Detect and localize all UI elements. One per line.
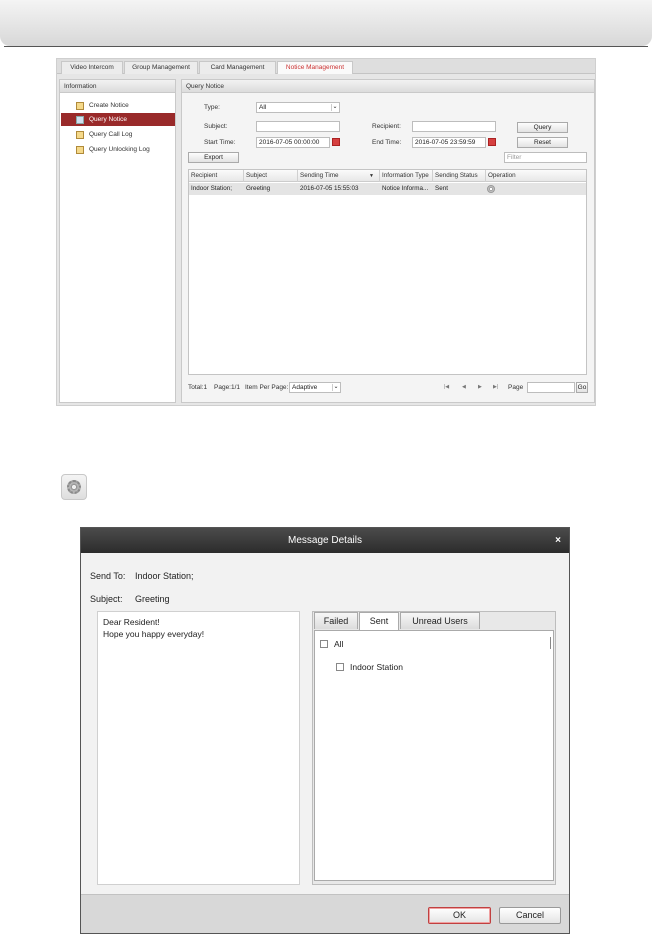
dialog-title: Message Details <box>81 528 569 553</box>
cancel-button[interactable]: Cancel <box>499 907 561 924</box>
cell-sending-status: Sent <box>435 185 448 192</box>
message-line: Hope you happy everyday! <box>103 629 205 639</box>
main-tab-bar: Video Intercom Group Management Card Man… <box>57 59 595 74</box>
subject-value: Greeting <box>135 594 170 604</box>
nav-item-create-notice[interactable]: Create Notice <box>61 99 175 112</box>
last-page-icon[interactable]: ▶| <box>493 382 498 393</box>
go-button[interactable]: Go <box>576 382 588 393</box>
subject-label: Subject: <box>204 123 228 130</box>
message-details-dialog: Message Details × Send To: Indoor Statio… <box>80 527 570 934</box>
dialog-body: Send To: Indoor Station; Subject: Greeti… <box>81 553 569 894</box>
item-per-page-value: Adaptive <box>292 384 318 391</box>
subject-input[interactable] <box>256 121 340 132</box>
type-select-value: All <box>259 104 267 111</box>
header-divider <box>4 46 648 47</box>
previous-page-icon[interactable]: ◀ <box>462 382 466 393</box>
document-icon <box>76 116 84 124</box>
chevron-down-icon: ⌄ <box>331 104 338 111</box>
tab-card-management[interactable]: Card Management <box>199 61 276 74</box>
recipient-label: Recipient: <box>372 123 401 130</box>
tab-video-intercom[interactable]: Video Intercom <box>61 61 123 74</box>
start-time-label: Start Time: <box>204 139 236 146</box>
gear-icon <box>61 474 87 500</box>
start-time-input[interactable]: 2016-07-05 00:00:00 <box>256 137 330 148</box>
information-panel: Information Create Notice Query Notice Q… <box>59 79 176 403</box>
document-icon <box>76 131 84 139</box>
type-label: Type: <box>204 104 220 111</box>
nav-item-label: Create Notice <box>89 102 129 109</box>
recipient-list: All Indoor Station <box>314 630 554 881</box>
cell-information-type: Notice Informa... <box>382 185 429 192</box>
end-time-input[interactable]: 2016-07-05 23:59:59 <box>412 137 486 148</box>
column-subject[interactable]: Subject <box>244 170 298 182</box>
list-scrollbar[interactable] <box>550 637 551 649</box>
page-header <box>0 0 652 46</box>
indoor-station-checkbox[interactable] <box>336 663 344 671</box>
next-page-icon[interactable]: ▶ <box>478 382 482 393</box>
message-content: Dear Resident! Hope you happy everyday! <box>97 611 300 885</box>
column-operation[interactable]: Operation <box>486 170 586 182</box>
query-notice-title: Query Notice <box>182 80 594 93</box>
send-to-label: Send To: <box>90 571 126 581</box>
cell-recipient: Indoor Station; <box>191 185 232 192</box>
table-header: Recipient Subject Sending Time ▼ Informa… <box>189 170 586 182</box>
message-line: Dear Resident! <box>103 617 160 627</box>
nav-item-label: Query Unlocking Log <box>89 146 150 153</box>
cell-subject: Greeting <box>246 185 271 192</box>
tab-group-management[interactable]: Group Management <box>124 61 198 74</box>
gear-icon[interactable] <box>487 185 495 193</box>
column-information-type[interactable]: Information Type <box>380 170 433 182</box>
cell-sending-time: 2016-07-05 15:55:03 <box>300 185 359 192</box>
recipient-item: Indoor Station <box>350 662 403 672</box>
all-label: All <box>334 639 344 649</box>
footer-page: Page:1/1 <box>214 384 241 391</box>
column-recipient[interactable]: Recipient <box>189 170 244 182</box>
ok-button[interactable]: OK <box>428 907 491 924</box>
notice-table: Recipient Subject Sending Time ▼ Informa… <box>188 169 587 375</box>
first-page-icon[interactable]: |◀ <box>444 382 449 393</box>
document-icon <box>76 102 84 110</box>
item-per-page-label: Item Per Page: <box>245 384 289 391</box>
page-label: Page <box>508 384 524 391</box>
item-per-page-select[interactable]: Adaptive ⌄ <box>289 382 341 393</box>
column-sending-time[interactable]: Sending Time ▼ <box>298 170 380 182</box>
recipient-status-panel: Failed Sent Unread Users All Indoor Stat… <box>312 611 556 885</box>
column-label: Sending Time <box>300 172 339 179</box>
information-panel-title: Information <box>60 80 175 93</box>
page-number-input[interactable] <box>527 382 575 393</box>
notice-management-window: Video Intercom Group Management Card Man… <box>56 58 596 406</box>
all-checkbox[interactable] <box>320 640 328 648</box>
recipient-input[interactable] <box>412 121 496 132</box>
nav-item-label: Query Call Log <box>89 131 133 138</box>
tab-notice-management[interactable]: Notice Management <box>277 61 353 74</box>
send-to-value: Indoor Station; <box>135 571 194 581</box>
query-notice-panel: Query Notice Type: All ⌄ Subject: Recipi… <box>181 79 595 403</box>
nav-item-query-call-log[interactable]: Query Call Log <box>61 128 175 141</box>
tab-unread-users[interactable]: Unread Users <box>400 612 480 629</box>
calendar-icon[interactable] <box>488 138 496 146</box>
table-row[interactable]: Indoor Station; Greeting 2016-07-05 15:5… <box>189 183 586 195</box>
reset-button[interactable]: Reset <box>517 137 568 148</box>
nav-item-query-notice[interactable]: Query Notice <box>61 113 175 126</box>
calendar-icon[interactable] <box>332 138 340 146</box>
nav-item-label: Query Notice <box>89 116 127 123</box>
tab-failed[interactable]: Failed <box>314 612 358 629</box>
end-time-label: End Time: <box>372 139 402 146</box>
filter-input[interactable]: Filter <box>504 152 587 163</box>
type-select[interactable]: All ⌄ <box>256 102 340 113</box>
export-button[interactable]: Export <box>188 152 239 163</box>
subject-label: Subject: <box>90 594 123 604</box>
footer-total: Total:1 <box>188 384 208 391</box>
nav-item-query-unlocking-log[interactable]: Query Unlocking Log <box>61 143 175 156</box>
dialog-footer: OK Cancel <box>81 894 569 933</box>
sort-down-icon: ▼ <box>369 173 374 179</box>
column-sending-status[interactable]: Sending Status <box>433 170 486 182</box>
gear-icon-glyph <box>67 480 81 494</box>
close-icon[interactable]: × <box>555 528 561 553</box>
query-button[interactable]: Query <box>517 122 568 133</box>
document-icon <box>76 146 84 154</box>
chevron-down-icon: ⌄ <box>332 384 339 391</box>
tab-sent[interactable]: Sent <box>359 612 399 630</box>
